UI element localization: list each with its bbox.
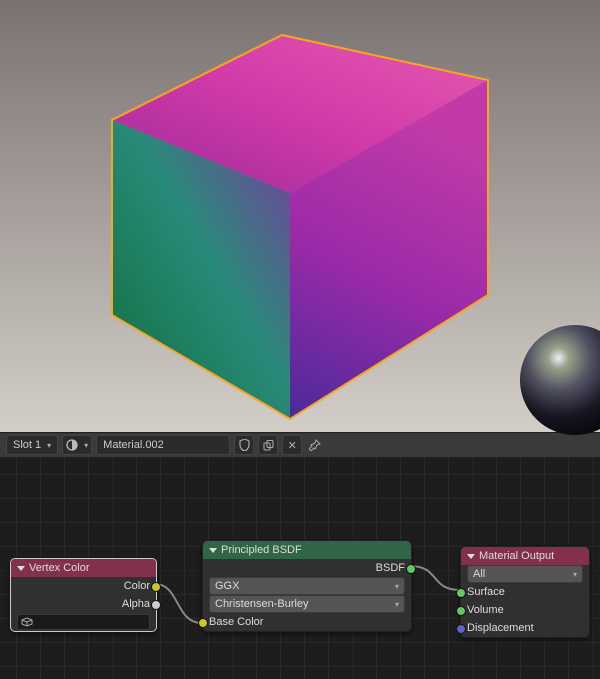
node-vertex-color[interactable]: Vertex Color Color Alpha <box>10 558 157 632</box>
node-title: Principled BSDF <box>221 544 302 556</box>
node-editor[interactable]: Vertex Color Color Alpha Principled BSDF… <box>0 458 600 679</box>
vertex-color-name-field[interactable] <box>17 614 150 630</box>
shield-icon-button[interactable] <box>234 435 254 455</box>
shield-icon <box>239 439 250 451</box>
pin-icon <box>309 439 321 451</box>
mesh-data-icon <box>21 617 33 627</box>
material-name: Material.002 <box>103 439 164 451</box>
node-principled-bsdf[interactable]: Principled BSDF BSDF GGX ▾ Christensen-B… <box>202 540 412 632</box>
slot-label: Slot 1 <box>13 439 41 451</box>
socket-alpha-out: Alpha <box>11 595 156 613</box>
material-slot-dropdown[interactable]: Slot 1 ▾ <box>6 435 58 455</box>
collapse-icon <box>209 548 217 553</box>
chevron-down-icon: ▾ <box>47 441 51 450</box>
unlink-button[interactable]: ✕ <box>282 435 302 455</box>
material-browse-button[interactable]: ▾ <box>62 435 92 455</box>
socket-bsdf-out: BSDF <box>203 559 411 577</box>
collapse-icon <box>467 554 475 559</box>
node-title: Material Output <box>479 550 554 562</box>
socket-dot[interactable] <box>151 600 161 610</box>
socket-surface-in: Surface <box>461 583 589 601</box>
node-title: Vertex Color <box>29 562 90 574</box>
sss-method-row: Christensen-Burley ▾ <box>203 595 411 613</box>
node-header[interactable]: Material Output <box>461 547 589 565</box>
viewport-3d[interactable] <box>0 0 600 432</box>
duplicate-icon <box>263 440 274 451</box>
collapse-icon <box>17 566 25 571</box>
node-material-output[interactable]: Material Output All ▾ Surface Volume Dis… <box>460 546 590 638</box>
material-icon <box>66 439 78 451</box>
socket-dot[interactable] <box>456 606 466 616</box>
cube-preview <box>0 0 600 432</box>
chevron-down-icon: ▾ <box>395 600 399 609</box>
socket-displacement-in: Displacement <box>461 619 589 637</box>
distribution-row: GGX ▾ <box>203 577 411 595</box>
close-icon: ✕ <box>288 439 297 452</box>
chevron-down-icon: ▾ <box>573 570 577 579</box>
socket-dot[interactable] <box>406 564 416 574</box>
socket-volume-in: Volume <box>461 601 589 619</box>
distribution-dropdown[interactable]: GGX ▾ <box>209 577 405 595</box>
chevron-down-icon: ▾ <box>84 441 88 450</box>
socket-color-out: Color <box>11 577 156 595</box>
socket-dot[interactable] <box>456 624 466 634</box>
material-name-field[interactable]: Material.002 <box>96 435 230 455</box>
socket-dot[interactable] <box>198 618 208 628</box>
node-header[interactable]: Principled BSDF <box>203 541 411 559</box>
socket-dot[interactable] <box>456 588 466 598</box>
target-dropdown[interactable]: All ▾ <box>467 565 583 583</box>
vertex-color-name-row <box>11 613 156 631</box>
sss-method-dropdown[interactable]: Christensen-Burley ▾ <box>209 595 405 613</box>
chevron-down-icon: ▾ <box>395 582 399 591</box>
node-header[interactable]: Vertex Color <box>11 559 156 577</box>
socket-dot[interactable] <box>151 582 161 592</box>
pin-button[interactable] <box>306 436 324 454</box>
target-row: All ▾ <box>461 565 589 583</box>
duplicate-button[interactable] <box>258 435 278 455</box>
node-editor-header: Slot 1 ▾ ▾ Material.002 ✕ <box>0 432 600 458</box>
socket-base-color-in: Base Color <box>203 613 411 631</box>
